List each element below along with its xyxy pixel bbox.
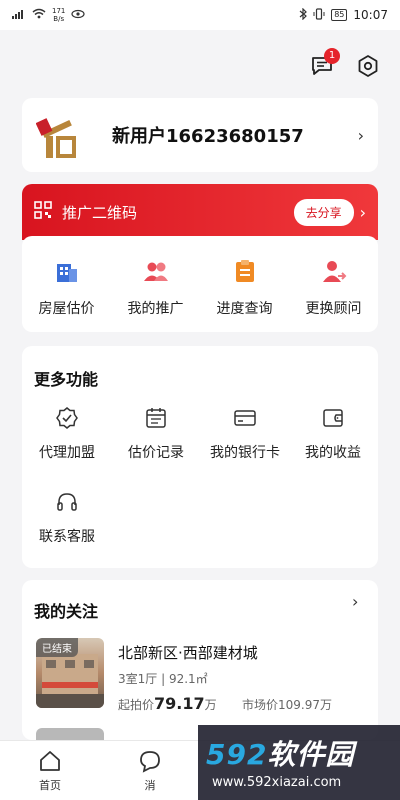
qr-code-icon <box>34 201 52 223</box>
wallet-icon <box>323 409 343 427</box>
starting-price-label: 起拍价 <box>118 698 155 712</box>
section-title: 我的关注 <box>34 602 99 621</box>
property-thumbnail[interactable]: 已结束 <box>36 638 104 708</box>
user-name: 新用户16623680157 <box>112 126 304 147</box>
tab-home[interactable]: 首页 <box>0 741 100 800</box>
signal-icon <box>12 8 26 22</box>
starting-price-unit: 万 <box>204 698 217 712</box>
quick-action-label: 更换顾问 <box>305 301 362 317</box>
wifi-icon <box>32 8 46 22</box>
vibrate-icon <box>313 7 325 23</box>
section-title: 更多功能 <box>34 370 99 389</box>
share-button[interactable]: 去分享 <box>293 198 354 226</box>
calendar-list-icon <box>146 408 166 428</box>
top-bar <box>0 30 400 98</box>
my-follows-card: 我的关注 › 已结束 北部新区·西部建材城 3室1厅 | 92.1㎡ 起拍价79… <box>22 580 378 740</box>
feature-earnings[interactable]: 我的收益 <box>288 406 378 462</box>
headset-icon <box>57 493 77 511</box>
promo-label: 推广二维码 <box>62 203 138 222</box>
building-icon <box>56 264 77 282</box>
feature-valuation-records[interactable]: 估价记录 <box>111 406 201 462</box>
feature-label: 代理加盟 <box>39 445 95 461</box>
eye-icon <box>71 9 85 22</box>
network-speed-value: 171 <box>52 7 66 15</box>
quick-action-label: 房屋估价 <box>38 301 95 317</box>
watermark-brand-text: 软件园 <box>267 738 355 771</box>
feature-label: 估价记录 <box>128 445 184 461</box>
chat-bubble-icon <box>140 751 160 773</box>
bank-card-icon <box>234 410 256 426</box>
quick-action-promotion[interactable]: 我的推广 <box>116 258 196 318</box>
status-bar: 171 B/s 85 10:07 <box>0 0 400 30</box>
watermark-url: www.592xiazai.com <box>212 775 342 790</box>
watermark-brand: 592软件园 <box>206 733 354 773</box>
message-count-badge: 1 <box>324 48 340 64</box>
chevron-right-icon[interactable]: › <box>352 592 358 611</box>
bluetooth-icon <box>299 7 308 23</box>
user-swap-icon <box>322 261 346 282</box>
feature-label: 我的银行卡 <box>210 445 280 461</box>
chevron-right-icon: › <box>359 202 366 222</box>
status-left: 171 B/s <box>12 7 85 23</box>
promo-qr-banner[interactable]: 推广二维码 去分享 › <box>22 184 378 240</box>
feature-label: 我的收益 <box>305 445 361 461</box>
network-speed-unit: B/s <box>53 15 65 23</box>
clock: 10:07 <box>353 8 388 22</box>
market-price: 市场价109.97万 <box>242 698 332 712</box>
chevron-right-icon: › <box>357 125 364 145</box>
auction-hammer-logo <box>35 106 94 164</box>
watermark-overlay: 592软件园 www.592xiazai.com <box>198 725 400 800</box>
quick-action-label: 进度查询 <box>216 301 273 317</box>
network-speed: 171 B/s <box>52 7 65 23</box>
watermark-brand-number: 592 <box>206 738 268 771</box>
status-right: 85 10:07 <box>299 7 388 23</box>
feature-bank-card[interactable]: 我的银行卡 <box>200 406 290 462</box>
tab-label: 首页 <box>39 779 61 792</box>
user-profile-card[interactable]: 新用户16623680157 › <box>22 98 378 172</box>
quick-action-progress[interactable]: 进度查询 <box>205 258 285 318</box>
people-icon <box>143 262 168 281</box>
tab-messages[interactable]: 消 <box>100 741 200 800</box>
property-spec: 3室1厅 | 92.1㎡ <box>118 672 208 686</box>
quick-actions: 房屋估价 我的推广 进度查询 更换顾问 <box>22 236 378 332</box>
settings-button[interactable] <box>354 52 382 80</box>
status-tag: 已结束 <box>36 638 78 657</box>
property-title[interactable]: 北部新区·西部建材城 <box>118 642 258 663</box>
quick-action-valuation[interactable]: 房屋估价 <box>27 258 107 318</box>
feature-customer-service[interactable]: 联系客服 <box>22 490 112 546</box>
tab-label: 消 <box>144 779 156 792</box>
gear-icon <box>358 55 378 77</box>
feature-label: 联系客服 <box>39 529 95 545</box>
quick-action-change-advisor[interactable]: 更换顾问 <box>294 258 374 318</box>
starting-price-value: 79.17 <box>154 694 205 713</box>
more-features-card: 更多功能 代理加盟 估价记录 我的银行卡 我的收益 联系客服 <box>22 346 378 568</box>
feature-agent-join[interactable]: 代理加盟 <box>22 406 112 462</box>
badge-check-icon <box>56 407 78 429</box>
quick-action-label: 我的推广 <box>127 301 184 317</box>
starting-price: 起拍价79.17万 <box>118 694 217 713</box>
battery-indicator: 85 <box>331 9 348 21</box>
clipboard-icon <box>235 260 254 282</box>
home-icon <box>40 751 60 771</box>
